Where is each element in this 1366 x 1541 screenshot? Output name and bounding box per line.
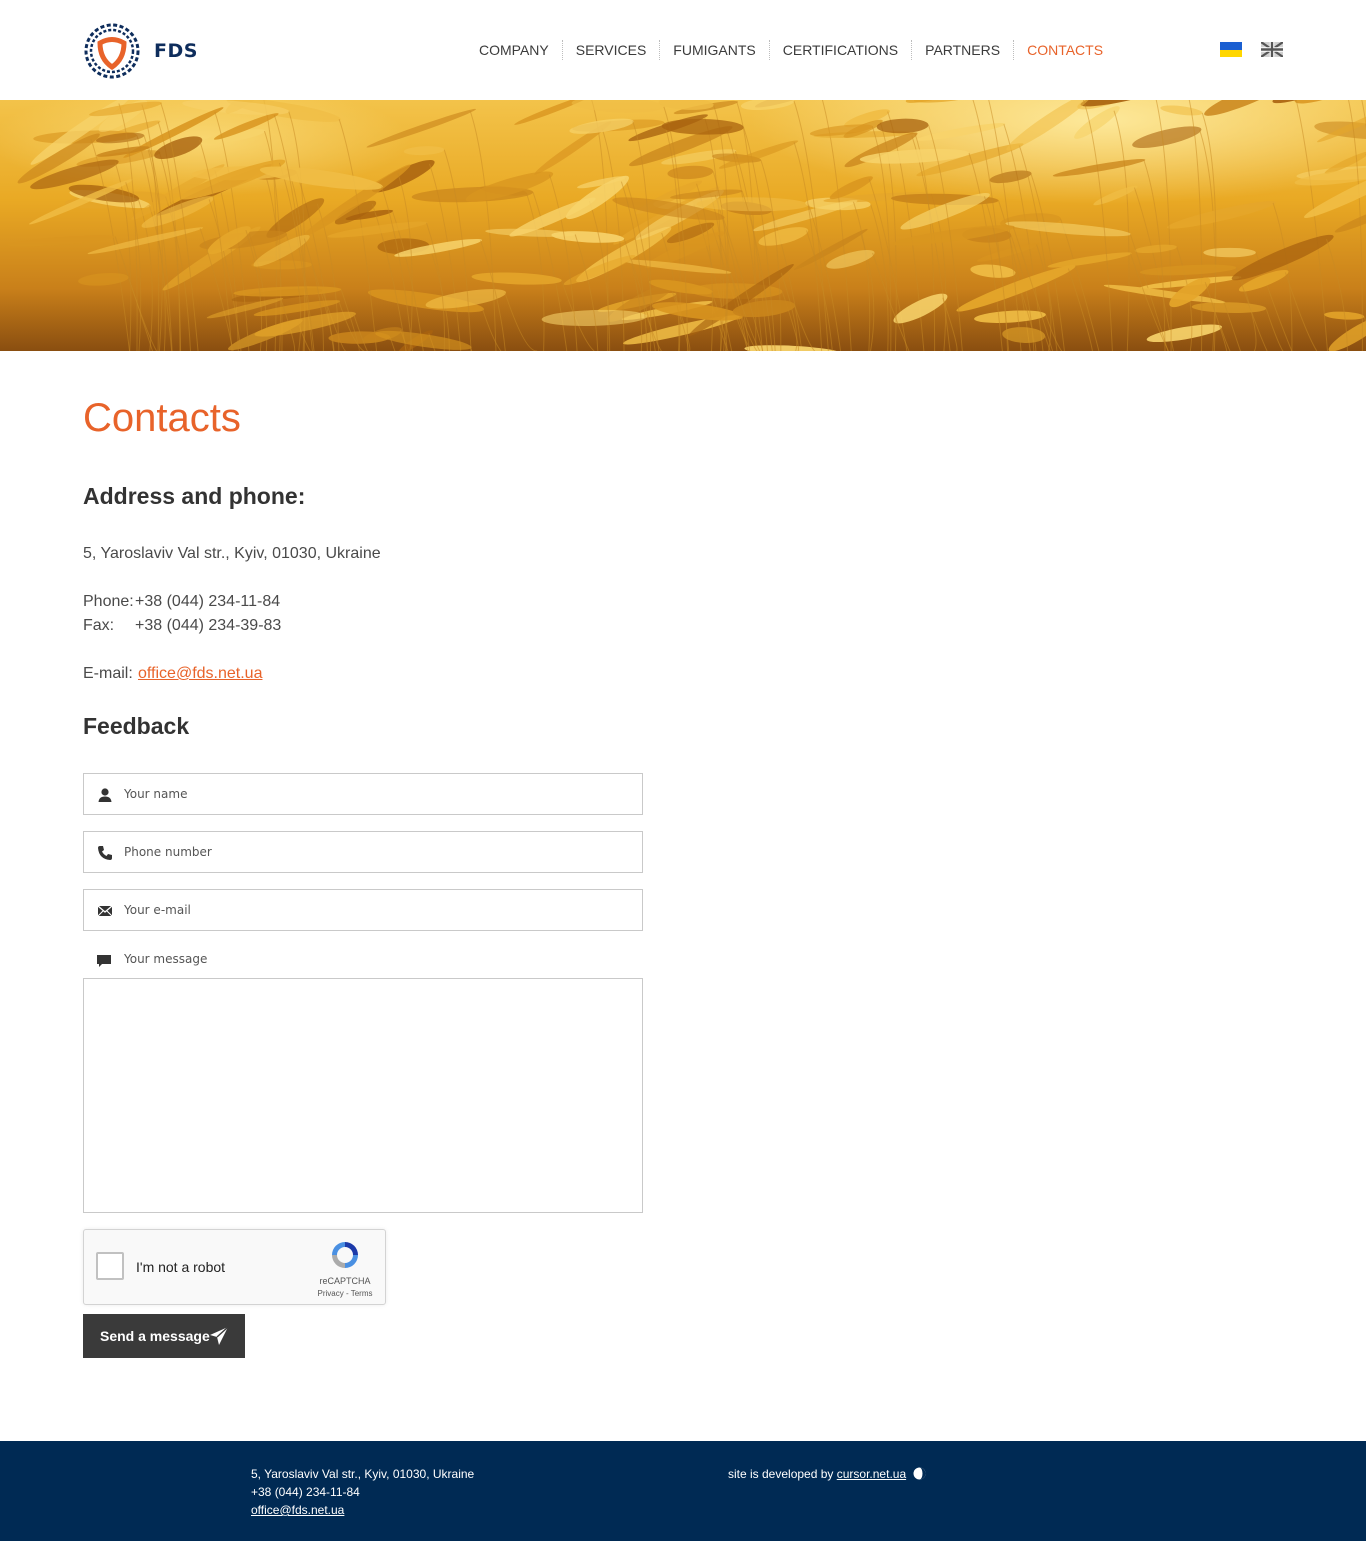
nav-partners[interactable]: PARTNERS <box>911 40 1013 60</box>
email-link[interactable]: office@fds.net.ua <box>138 665 262 682</box>
phone-field <box>83 831 643 873</box>
address-text: 5, Yaroslaviv Val str., Kyiv, 01030, Ukr… <box>83 545 381 562</box>
name-input[interactable] <box>124 774 634 814</box>
email-field <box>83 889 643 931</box>
site-header: FDS COMPANY SERVICES FUMIGANTS CERTIFICA… <box>0 0 1366 100</box>
message-textarea[interactable] <box>83 978 643 1213</box>
footer-dev-prefix: site is developed by <box>728 1467 834 1481</box>
ukrainian-flag-icon[interactable] <box>1220 42 1242 57</box>
nav-company[interactable]: COMPANY <box>466 40 562 60</box>
user-icon <box>98 788 112 802</box>
recaptcha-label: I'm not a robot <box>136 1259 226 1275</box>
message-label: Your message <box>83 951 383 971</box>
logo-text[interactable]: FDS <box>154 40 198 62</box>
email-line: E-mail: office@fds.net.ua <box>83 665 262 683</box>
nav-contacts[interactable]: CONTACTS <box>1013 40 1116 60</box>
footer-dev-link[interactable]: cursor.net.ua <box>837 1467 906 1481</box>
recaptcha-widget: I'm not a robot reCAPTCHA Privacy - Term… <box>83 1229 386 1305</box>
recaptcha-logo-icon <box>332 1242 358 1268</box>
phone-label: Phone: <box>83 593 134 610</box>
feedback-heading: Feedback <box>83 713 190 739</box>
nav-certifications[interactable]: CERTIFICATIONS <box>768 40 911 60</box>
send-message-button[interactable]: Send a message <box>83 1314 245 1358</box>
main-nav: COMPANY SERVICES FUMIGANTS CERTIFICATION… <box>466 40 1116 60</box>
envelope-icon <box>97 905 113 917</box>
address-heading: Address and phone: <box>83 483 306 509</box>
message-label-text: Your message <box>124 952 208 966</box>
nav-services[interactable]: SERVICES <box>561 40 660 60</box>
fax-label: Fax: <box>83 617 115 634</box>
phone-value: +38 (044) 234-11-84 <box>135 593 281 610</box>
english-flag-icon[interactable] <box>1261 42 1283 57</box>
footer-address: 5, Yaroslaviv Val str., Kyiv, 01030, Ukr… <box>251 1467 475 1481</box>
nav-fumigants[interactable]: FUMIGANTS <box>659 40 768 60</box>
email-input[interactable] <box>124 890 634 930</box>
phone-line: Phone:+38 (044) 234-11-84 <box>83 593 280 611</box>
send-button-label: Send a message <box>100 1328 210 1344</box>
phone-input[interactable] <box>124 832 634 872</box>
fax-line: Fax: +38 (044) 234-39-83 <box>83 617 281 635</box>
name-field <box>83 773 643 815</box>
recaptcha-checkbox[interactable] <box>96 1252 124 1280</box>
phone-icon <box>98 846 112 860</box>
wheat-banner-image <box>0 100 1366 351</box>
site-footer: 5, Yaroslaviv Val str., Kyiv, 01030, Ukr… <box>0 1441 1366 1541</box>
paper-plane-icon <box>210 1326 229 1345</box>
fds-logo-icon[interactable] <box>83 22 141 80</box>
footer-phone: +38 (044) 234-11-84 <box>251 1485 360 1499</box>
email-label: E-mail: <box>83 665 133 682</box>
footer-email-link[interactable]: office@fds.net.ua <box>251 1503 344 1517</box>
footer-developer: site is developed by cursor.net.ua <box>728 1465 926 1483</box>
fax-value: +38 (044) 234-39-83 <box>135 617 282 634</box>
page-title: Contacts <box>83 396 241 440</box>
cursor-logo-icon[interactable] <box>913 1467 926 1480</box>
footer-contacts: 5, Yaroslaviv Val str., Kyiv, 01030, Ukr… <box>251 1465 474 1519</box>
recaptcha-brand: reCAPTCHA <box>319 1276 371 1286</box>
speech-bubble-icon <box>97 955 111 967</box>
recaptcha-links[interactable]: Privacy - Terms <box>308 1289 382 1298</box>
